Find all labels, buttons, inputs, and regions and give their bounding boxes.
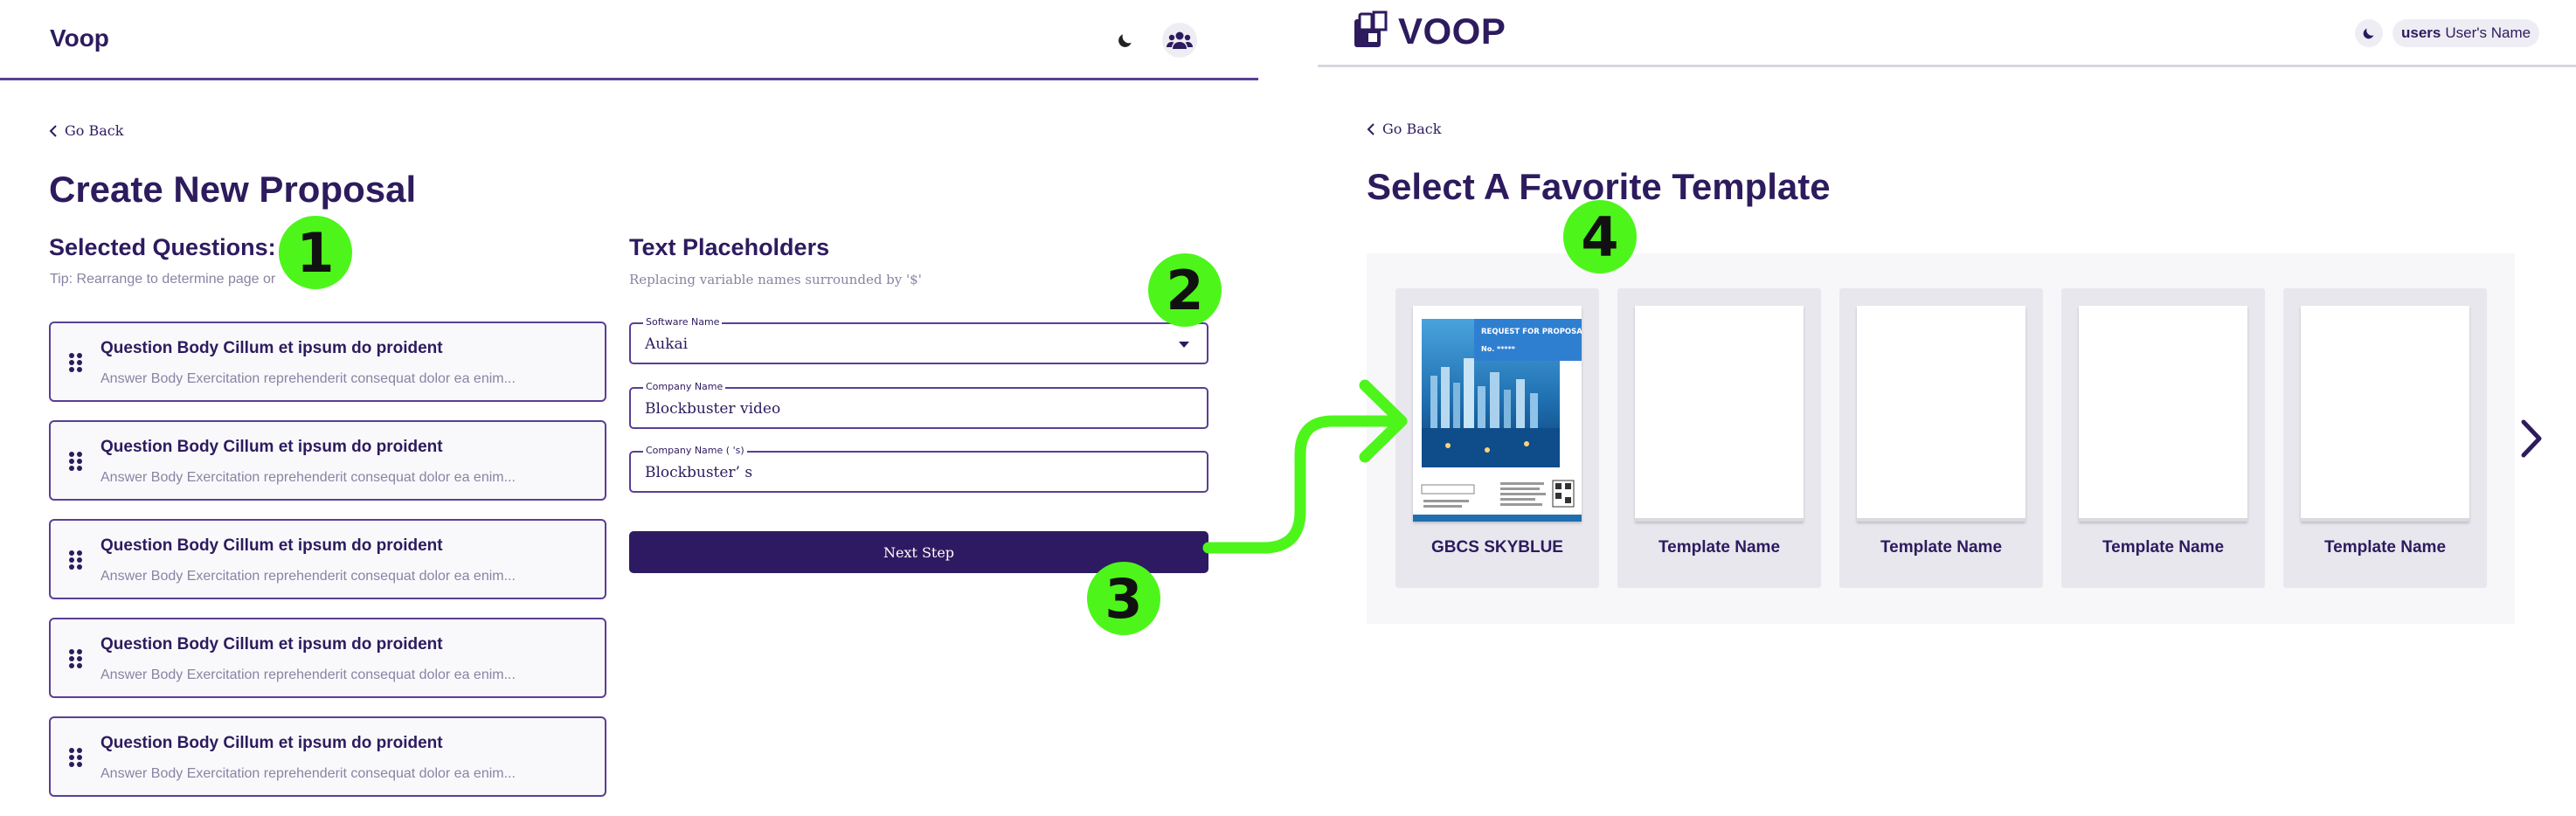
brand-name[interactable]: Voop (50, 24, 109, 52)
field-label: Company Name ( 's) (643, 445, 747, 456)
users-icon[interactable] (1162, 23, 1197, 58)
go-back-label: Go Back (1382, 121, 1442, 137)
company-name-possessive-field[interactable]: Company Name ( 's) Blockbuster’ s (629, 445, 1208, 493)
selected-questions-heading: Selected Questions: (49, 234, 276, 260)
go-back-link[interactable]: Go Back (49, 122, 123, 139)
drag-handle-icon[interactable] (68, 352, 84, 377)
drag-handle-icon[interactable] (68, 747, 84, 772)
template-thumbnail (1635, 306, 1804, 522)
field-label: Company Name (643, 381, 726, 392)
field-label: Software Name (643, 316, 723, 328)
question-card[interactable]: Question Body Cillum et ipsum do proiden… (49, 519, 606, 599)
drag-handle-icon[interactable] (68, 451, 84, 476)
placeholders-subtitle: Replacing variable names surrounded by '… (629, 272, 922, 287)
rearrange-tip: Tip: Rearrange to determine page or (50, 272, 276, 287)
brand-name[interactable]: VOOP (1398, 10, 1506, 52)
question-title: Question Body Cillum et ipsum do proiden… (100, 339, 443, 357)
template-carousel: REQUEST FOR PROPOSAL (RFP) No. ***** (1367, 253, 2542, 624)
drag-handle-icon[interactable] (68, 648, 84, 674)
template-card[interactable]: Template Name (2061, 288, 2265, 588)
answer-preview: Answer Body Exercitation reprehenderit c… (100, 667, 516, 682)
go-back-label: Go Back (65, 122, 124, 139)
answer-preview: Answer Body Exercitation reprehenderit c… (100, 766, 516, 781)
field-value: Aukai (645, 335, 689, 353)
template-thumbnail: REQUEST FOR PROPOSAL (RFP) No. ***** (1413, 306, 1613, 522)
question-title: Question Body Cillum et ipsum do proiden… (100, 536, 443, 555)
text-placeholders-heading: Text Placeholders (629, 234, 830, 260)
company-name-field[interactable]: Company Name Blockbuster video (629, 381, 1208, 429)
software-name-select[interactable]: Software Name Aukai (629, 316, 1208, 364)
top-bar: Voop (0, 0, 1258, 80)
template-card[interactable]: Template Name (1839, 288, 2043, 588)
user-name: User's Name (2445, 24, 2531, 41)
page-title: Create New Proposal (49, 169, 417, 210)
top-bar: VOOP users User's Name (1318, 0, 2576, 67)
template-name: GBCS SKYBLUE (1431, 538, 1563, 557)
user-role: users (2401, 24, 2441, 41)
voop-logo-icon[interactable] (1353, 10, 1391, 55)
answer-preview: Answer Body Exercitation reprehenderit c… (100, 371, 516, 386)
rfp-cover-preview: REQUEST FOR PROPOSAL (RFP) No. ***** (1413, 319, 1613, 522)
field-value: Blockbuster video (645, 400, 781, 418)
caret-down-icon[interactable] (1179, 342, 1189, 348)
moon-icon[interactable] (2355, 19, 2383, 47)
select-template-panel: VOOP users User's Name Go Back Select A … (1318, 0, 2576, 816)
template-card[interactable]: REQUEST FOR PROPOSAL (RFP) No. ***** (1395, 288, 1613, 588)
question-title: Question Body Cillum et ipsum do proiden… (100, 438, 443, 456)
template-thumbnail (2301, 306, 2469, 522)
question-card[interactable]: Question Body Cillum et ipsum do proiden… (49, 322, 606, 402)
template-name: Template Name (2102, 538, 2225, 557)
user-menu[interactable]: users User's Name (2392, 19, 2540, 47)
template-thumbnail (1857, 306, 2025, 522)
chevron-left-icon (49, 124, 57, 137)
question-title: Question Body Cillum et ipsum do proiden… (100, 635, 443, 653)
question-card[interactable]: Question Body Cillum et ipsum do proiden… (49, 618, 606, 698)
field-value: Blockbuster’ s (645, 464, 753, 481)
template-card[interactable]: Template Name (2283, 288, 2487, 588)
chevron-right-icon[interactable] (2514, 411, 2549, 467)
chevron-left-icon (1367, 122, 1375, 135)
question-card[interactable]: Question Body Cillum et ipsum do proiden… (49, 420, 606, 501)
question-title: Question Body Cillum et ipsum do proiden… (100, 734, 443, 752)
annotation-badge-4: 4 (1563, 200, 1637, 273)
question-card[interactable]: Question Body Cillum et ipsum do proiden… (49, 716, 606, 797)
thumb-title: REQUEST FOR PROPOSAL (RFP) (1481, 328, 1582, 336)
thumb-number: No. ***** (1481, 345, 1516, 353)
answer-preview: Answer Body Exercitation reprehenderit c… (100, 569, 516, 584)
annotation-badge-2: 2 (1148, 253, 1222, 327)
template-name: Template Name (1658, 538, 1781, 557)
template-card[interactable]: Template Name (1617, 288, 1821, 588)
annotation-badge-1: 1 (279, 216, 352, 289)
template-name: Template Name (1880, 538, 2003, 557)
annotation-badge-3: 3 (1087, 562, 1160, 635)
drag-handle-icon[interactable] (68, 550, 84, 575)
moon-icon[interactable] (1108, 23, 1143, 58)
template-name: Template Name (2323, 538, 2447, 557)
answer-preview: Answer Body Exercitation reprehenderit c… (100, 470, 516, 485)
go-back-link[interactable]: Go Back (1367, 121, 1441, 137)
create-proposal-panel: Voop Go Back Create New Proposal Selecte… (0, 0, 1258, 816)
template-thumbnail (2079, 306, 2247, 522)
